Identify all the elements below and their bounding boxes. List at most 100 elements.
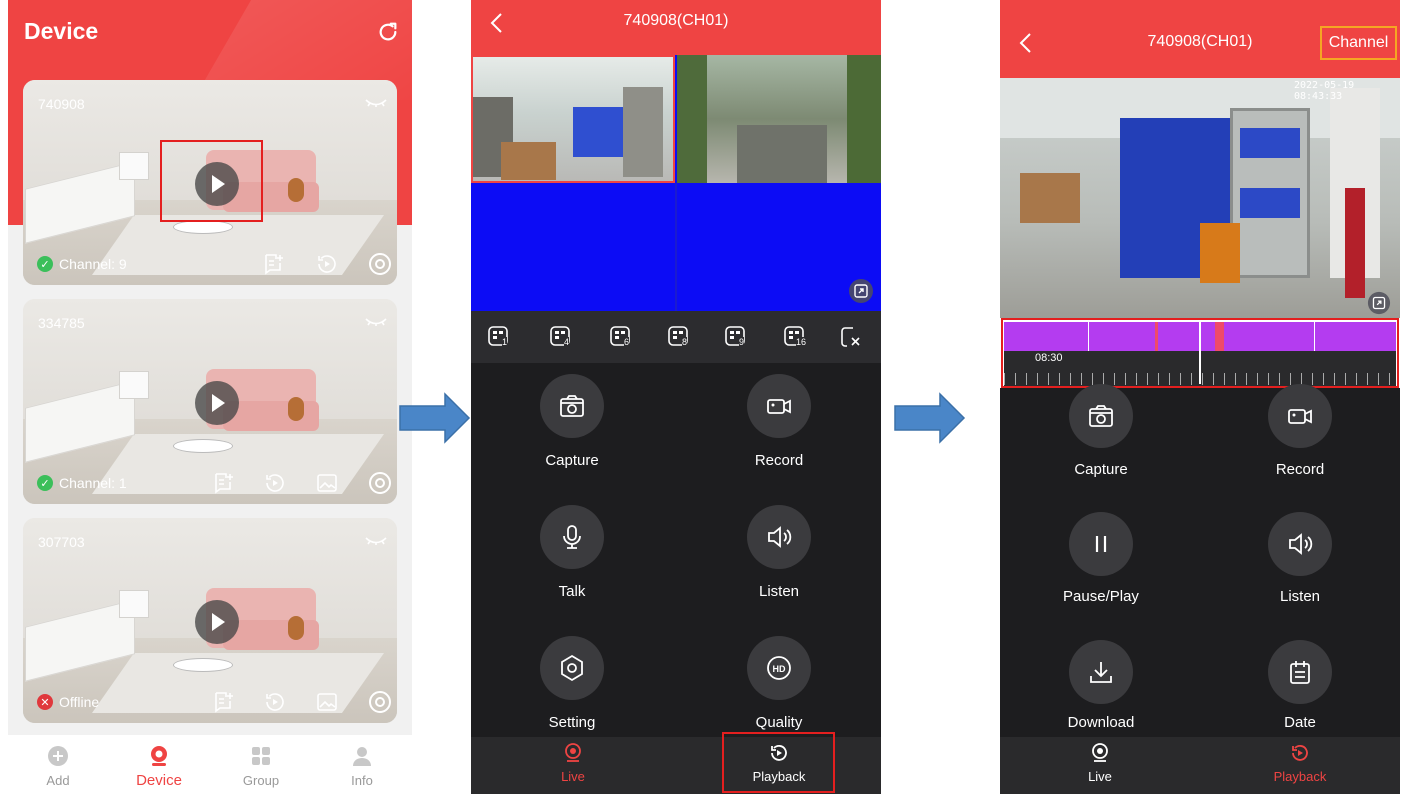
- timeline[interactable]: 08:30: [1000, 318, 1400, 388]
- split-9-icon[interactable]: 9: [725, 326, 747, 348]
- talk-label: Talk: [558, 583, 586, 600]
- tab-info[interactable]: Info: [322, 735, 402, 794]
- record-icon: [767, 399, 791, 414]
- camera-icon: [151, 746, 167, 766]
- pause-play-label: Pause/Play: [1063, 588, 1139, 605]
- playback-icon[interactable]: [315, 252, 339, 276]
- message-icon[interactable]: [211, 690, 235, 714]
- split-1-icon[interactable]: 1: [488, 326, 510, 348]
- device-card[interactable]: 740908 ✓ Channel: 9: [23, 80, 397, 285]
- tab-group[interactable]: Group: [221, 735, 301, 794]
- settings-icon[interactable]: [367, 470, 393, 496]
- quality-button[interactable]: HD: [747, 636, 811, 700]
- split-6-icon[interactable]: 6: [610, 326, 632, 348]
- tab-live[interactable]: Live: [1040, 737, 1160, 794]
- refresh-icon[interactable]: [377, 21, 399, 43]
- tab-live[interactable]: Live: [513, 737, 633, 794]
- online-status-icon: ✓: [37, 475, 53, 491]
- header: 740908(CH01) Channel: [1000, 0, 1400, 78]
- settings-icon[interactable]: [367, 251, 393, 277]
- setting-label: Setting: [548, 714, 596, 731]
- playback-icon[interactable]: [263, 471, 287, 495]
- calendar-icon: [1290, 661, 1310, 684]
- live-view-screen: 740908(CH01) 1 4 6 8 9 16 Capture Record…: [471, 0, 881, 794]
- capture-button[interactable]: [1069, 384, 1133, 448]
- grid-icon: [252, 747, 270, 765]
- record-button[interactable]: [747, 374, 811, 438]
- speaker-icon: [1289, 533, 1313, 555]
- message-icon[interactable]: [261, 252, 285, 276]
- listen-label: Listen: [1279, 588, 1321, 605]
- capture-icon: [560, 395, 584, 417]
- plus-circle-icon: [48, 746, 68, 766]
- listen-button[interactable]: [1268, 512, 1332, 576]
- hd-icon: HD: [767, 656, 791, 680]
- record-label: Record: [1275, 461, 1325, 478]
- channel-button[interactable]: Channel: [1320, 26, 1397, 60]
- fullscreen-icon[interactable]: [1367, 291, 1391, 315]
- split-16-icon[interactable]: 16: [784, 326, 810, 348]
- fullscreen-icon[interactable]: [848, 278, 874, 304]
- split-4-icon[interactable]: 4: [550, 326, 572, 348]
- device-name: 307703: [38, 534, 85, 550]
- capture-label: Capture: [545, 452, 599, 469]
- video-cell-1[interactable]: [471, 55, 675, 183]
- highlight-box: [160, 140, 263, 222]
- capture-label: Capture: [1074, 461, 1128, 478]
- play-button[interactable]: [195, 381, 239, 425]
- quality-label: Quality: [755, 714, 803, 731]
- playback-icon[interactable]: [263, 690, 287, 714]
- device-card[interactable]: 334785 ✓ Channel: 1: [23, 299, 397, 504]
- offline-status-icon: ✕: [37, 694, 53, 710]
- bottom-tab-bar: Live Playback: [1000, 737, 1400, 794]
- arrow-right-icon: [894, 392, 966, 444]
- eye-closed-icon[interactable]: [365, 317, 387, 327]
- split-8-icon[interactable]: 8: [668, 326, 690, 348]
- talk-button[interactable]: [540, 505, 604, 569]
- timestamp-overlay: 2022-05-19 08:43:33: [1294, 80, 1355, 102]
- setting-button[interactable]: [540, 636, 604, 700]
- capture-button[interactable]: [540, 374, 604, 438]
- microphone-icon: [563, 525, 581, 549]
- header: 740908(CH01): [471, 0, 881, 55]
- message-icon[interactable]: [211, 471, 235, 495]
- device-name: 334785: [38, 315, 85, 331]
- arrow-right-icon: [399, 392, 471, 444]
- download-label: Download: [1067, 714, 1135, 731]
- eye-closed-icon[interactable]: [365, 536, 387, 546]
- speaker-icon: [768, 526, 792, 548]
- live-camera-icon: [565, 743, 581, 762]
- eye-closed-icon[interactable]: [365, 98, 387, 108]
- download-button[interactable]: [1069, 640, 1133, 704]
- tab-playback[interactable]: Playback: [1240, 737, 1360, 794]
- tab-device[interactable]: Device: [119, 735, 199, 794]
- svg-text:HD: HD: [773, 664, 786, 674]
- date-button[interactable]: [1268, 640, 1332, 704]
- channel-count: Channel: 1: [59, 475, 127, 491]
- playback-screen: 740908(CH01) Channel 2022-05-19 08:43:33…: [1000, 0, 1400, 794]
- playback-video[interactable]: 2022-05-19 08:43:33: [1000, 78, 1400, 318]
- capture-icon: [1089, 405, 1113, 427]
- record-button[interactable]: [1268, 384, 1332, 448]
- pause-icon: [1095, 536, 1107, 552]
- record-label: Record: [754, 452, 804, 469]
- device-card[interactable]: 307703 ✕ Offline: [23, 518, 397, 723]
- live-camera-icon: [1092, 743, 1108, 762]
- download-icon: [1090, 662, 1112, 683]
- settings-icon[interactable]: [367, 689, 393, 715]
- highlight-box: [722, 732, 835, 793]
- page-title: Device: [24, 18, 99, 44]
- pause-play-button[interactable]: [1069, 512, 1133, 576]
- page-title: 740908(CH01): [623, 12, 729, 29]
- gallery-icon[interactable]: [315, 471, 339, 495]
- video-grid: [471, 55, 881, 311]
- highlight-box: [1001, 318, 1399, 388]
- date-label: Date: [1284, 714, 1316, 731]
- gallery-icon[interactable]: [315, 690, 339, 714]
- close-all-icon[interactable]: [840, 326, 862, 348]
- video-cell-2[interactable]: [677, 55, 881, 183]
- play-button[interactable]: [195, 600, 239, 644]
- tab-add[interactable]: Add: [18, 735, 98, 794]
- listen-button[interactable]: [747, 505, 811, 569]
- online-status-icon: ✓: [37, 256, 53, 272]
